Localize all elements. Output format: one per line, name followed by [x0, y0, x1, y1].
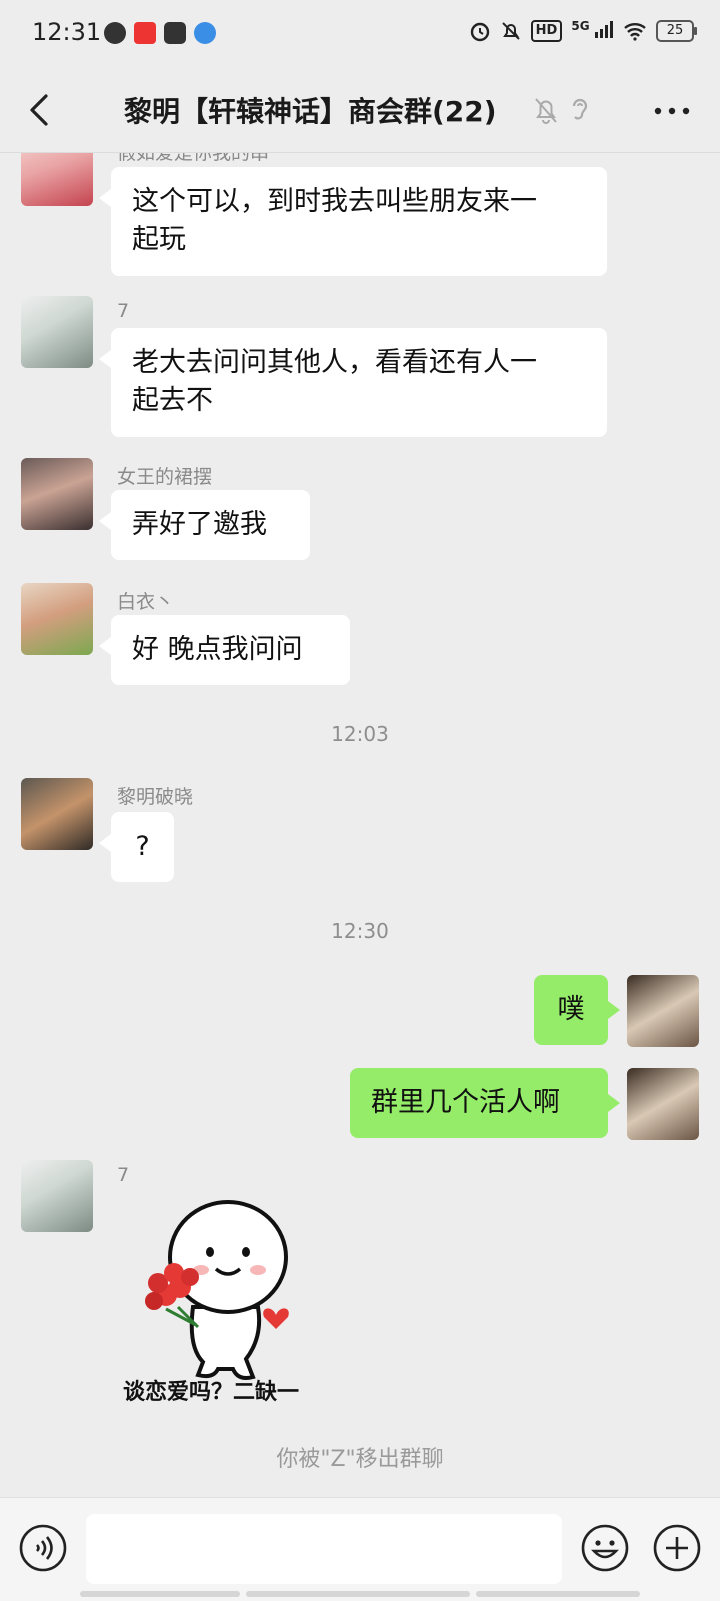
nav-gesture-bar [246, 1591, 470, 1597]
status-time: 12:31 [32, 18, 102, 46]
nav-gesture-bar [80, 1591, 240, 1597]
status-right-group: HD 5G 25 [469, 19, 697, 42]
message-bubble[interactable]: 弄好了邀我 [99, 490, 310, 560]
avatar[interactable] [21, 583, 93, 655]
network-label: 5G [571, 19, 614, 42]
emoji-icon[interactable] [580, 1523, 630, 1573]
message-input[interactable] [86, 1514, 562, 1584]
message-bubble-outgoing[interactable]: 群里几个活人啊 [350, 1068, 620, 1138]
notification-app-icon [104, 22, 126, 44]
signal-icon [595, 21, 613, 38]
sticker-caption: 谈恋爱吗？二缺一 [123, 1380, 300, 1405]
chat-title: 黎明【轩辕神话】商会群(22) [124, 95, 497, 128]
message-bubble[interactable]: 好 晚点我问问 [99, 615, 350, 685]
notification-app-icon [164, 22, 186, 44]
voice-input-icon[interactable] [18, 1523, 68, 1573]
wifi-icon [624, 23, 646, 41]
sender-name: 白衣丶 [117, 591, 175, 613]
message-bubble[interactable]: 老大去问问其他人，看看还有人一 起去不 [99, 328, 607, 437]
mute-notifications-icon [535, 98, 557, 124]
message-bubble[interactable]: ? [99, 812, 174, 882]
status-bar: 12:31 HD 5G 25 [0, 0, 720, 70]
message-line: 起去不 [132, 385, 213, 416]
back-arrow-icon[interactable] [20, 88, 64, 132]
notification-icons [104, 22, 216, 44]
my-avatar[interactable] [627, 975, 699, 1047]
message-line: 起玩 [132, 224, 186, 255]
more-functions-plus-icon[interactable] [652, 1523, 702, 1573]
timestamp: 12:03 [331, 722, 389, 746]
message-bubble[interactable]: 这个可以，到时我去叫些朋友来一 起玩 [99, 167, 607, 276]
mute-bell-icon [501, 22, 520, 40]
chat-header-overlay: 黎明【轩辕神话】商会群(22) [0, 70, 720, 152]
notification-app-icon [134, 22, 156, 44]
avatar[interactable] [21, 296, 93, 368]
nav-gesture-bar [476, 1591, 640, 1597]
avatar[interactable] [21, 1160, 93, 1232]
hd-badge: HD [530, 20, 563, 42]
more-options-icon[interactable] [652, 96, 692, 126]
message-line: 这个可以，到时我去叫些朋友来一 [132, 186, 537, 217]
sender-name: 7 [117, 1164, 130, 1186]
system-notice: 你被"Z"移出群聊 [276, 1447, 444, 1472]
message-bubble-outgoing[interactable]: 噗 [534, 975, 620, 1045]
sender-name: 黎明破晓 [117, 786, 194, 808]
avatar[interactable] [21, 458, 93, 530]
earpiece-mode-icon [572, 98, 588, 120]
notification-app-icon [194, 22, 216, 44]
alarm-icon [470, 22, 489, 42]
input-bar [0, 1497, 720, 1601]
message-line: 老大去问问其他人，看看还有人一 [132, 347, 537, 378]
sender-name: 女王的裙摆 [117, 466, 213, 488]
timestamp: 12:30 [331, 919, 389, 943]
network-type: 5G [571, 19, 590, 33]
avatar[interactable] [21, 778, 93, 850]
my-avatar[interactable] [627, 1068, 699, 1140]
sender-name: 7 [117, 300, 130, 322]
battery-indicator: 25 [656, 20, 697, 42]
